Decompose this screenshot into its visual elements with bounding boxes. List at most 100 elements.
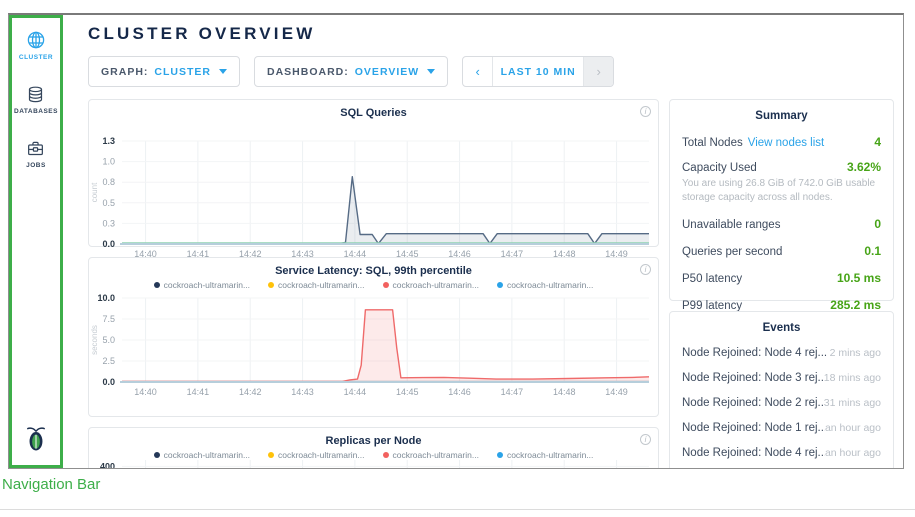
summary-value: 3.62% — [847, 160, 881, 174]
svg-text:14:44: 14:44 — [344, 387, 367, 397]
legend-item: cockroach-ultramarin... — [268, 280, 364, 290]
sidebar-item-label: CLUSTER — [19, 54, 53, 61]
time-prev-button[interactable]: ‹ — [463, 57, 493, 86]
event-time: an hour ago — [825, 447, 881, 459]
legend-dot-icon — [268, 282, 274, 288]
svg-text:7.5: 7.5 — [102, 314, 115, 324]
event-row: Node Rejoined: Node 4 rej... an hour ago — [682, 447, 881, 459]
sidebar-item-cluster[interactable]: CLUSTER — [19, 30, 53, 61]
time-range-label[interactable]: LAST 10 MIN — [493, 57, 583, 86]
svg-text:2.5: 2.5 — [102, 356, 115, 366]
svg-text:seconds: seconds — [90, 325, 99, 355]
legend-dot-icon — [497, 282, 503, 288]
svg-text:14:48: 14:48 — [553, 387, 576, 397]
event-time: an hour ago — [825, 422, 881, 434]
legend-item: cockroach-ultramarin... — [154, 450, 250, 460]
summary-row-qps: Queries per second 0.1 — [682, 244, 881, 258]
legend-dot-icon — [383, 282, 389, 288]
info-icon[interactable] — [640, 264, 651, 275]
databases-icon — [26, 85, 45, 104]
svg-text:14:40: 14:40 — [134, 387, 157, 397]
svg-text:1.3: 1.3 — [102, 136, 115, 146]
graph-dropdown[interactable]: GRAPH: CLUSTER — [88, 56, 240, 87]
view-nodes-list-link[interactable]: View nodes list — [748, 137, 825, 149]
legend-dot-icon — [383, 452, 389, 458]
event-time: 31 mins ago — [824, 397, 881, 409]
svg-text:0.0: 0.0 — [102, 377, 115, 387]
event-message: Node Rejoined: Node 3 rej... — [682, 372, 824, 384]
toolbar: GRAPH: CLUSTER DASHBOARD: OVERVIEW ‹ LAS… — [88, 56, 903, 87]
summary-value: 0.1 — [864, 244, 881, 258]
cluster-globe-icon — [26, 30, 46, 50]
time-window-selector: ‹ LAST 10 MIN › — [462, 56, 614, 87]
cockroach-logo[interactable] — [24, 424, 48, 457]
svg-text:14:47: 14:47 — [501, 387, 524, 397]
info-icon[interactable] — [640, 434, 651, 445]
sql-queries-chart[interactable]: 14:4014:4114:4214:4314:4414:4514:4614:47… — [89, 119, 658, 259]
svg-text:14:42: 14:42 — [239, 387, 262, 397]
event-row: Node Rejoined: Node 2 rej... 31 mins ago — [682, 397, 881, 409]
svg-text:5.0: 5.0 — [102, 335, 115, 345]
sidebar-item-jobs[interactable]: JOBS — [26, 139, 46, 169]
event-message: Node Rejoined: Node 2 rej... — [682, 397, 824, 409]
chart-legend: cockroach-ultramarin... cockroach-ultram… — [89, 280, 658, 290]
summary-value: 10.5 ms — [837, 271, 881, 285]
caret-down-icon — [219, 69, 227, 74]
legend-dot-icon — [268, 452, 274, 458]
service-latency-chart-card: Service Latency: SQL, 99th percentile co… — [88, 257, 659, 417]
capacity-description: You are using 26.8 GiB of 742.0 GiB usab… — [682, 177, 881, 204]
summary-value: 285.2 ms — [830, 298, 881, 312]
content-row: SQL Queries 14:40 14:41 14:42 14:43 14:44 14:… — [88, 99, 903, 469]
replicas-per-node-chart-card: Replicas per Node cockroach-ultramarin..… — [88, 427, 659, 469]
chart-legend: cockroach-ultramarin... cockroach-ultram… — [89, 450, 658, 460]
legend-item: cockroach-ultramarin... — [497, 280, 593, 290]
dashboard-dropdown-label: DASHBOARD: — [267, 66, 349, 78]
summary-row-p99: P99 latency 285.2 ms — [682, 298, 881, 312]
charts-column: SQL Queries 14:40 14:41 14:42 14:43 14:44 14:… — [88, 99, 659, 469]
event-message: Node Rejoined: Node 4 rej... — [682, 347, 827, 359]
service-latency-chart[interactable]: 14:40 14:41 14:42 14:43 14:44 14:45 14:46 14:47… — [89, 290, 658, 425]
sidebar-item-label: DATABASES — [14, 108, 58, 115]
svg-text:0.0: 0.0 — [102, 239, 115, 249]
time-next-button[interactable]: › — [583, 57, 613, 86]
event-row: Node Rejoined: Node 3 rej... 18 mins ago — [682, 372, 881, 384]
replicas-per-node-chart[interactable]: 14:4014:4114:4214:4314:4414:4514:4614:47… — [89, 460, 658, 469]
event-time: 2 mins ago — [830, 347, 881, 359]
sidebar-item-label: JOBS — [26, 162, 46, 169]
summary-panel: Summary Total Nodes View nodes list 4 Ca… — [669, 99, 894, 301]
svg-text:10.0: 10.0 — [97, 293, 115, 303]
summary-row-unavailable-ranges: Unavailable ranges 0 — [682, 217, 881, 231]
svg-text:14:41: 14:41 — [187, 387, 210, 397]
legend-item: cockroach-ultramarin... — [383, 280, 479, 290]
annotation-navigation-bar-label: Navigation Bar — [2, 476, 100, 493]
summary-value: 4 — [874, 135, 881, 149]
event-time: 18 mins ago — [824, 372, 881, 384]
app-window: CLUSTER DATABASES — [8, 13, 904, 469]
svg-text:1.0: 1.0 — [102, 157, 115, 167]
legend-item: cockroach-ultramarin... — [383, 450, 479, 460]
bottom-divider — [0, 509, 915, 510]
jobs-icon — [26, 139, 45, 158]
svg-text:14:46: 14:46 — [448, 387, 471, 397]
summary-row-p50: P50 latency 10.5 ms — [682, 271, 881, 285]
svg-text:0.8: 0.8 — [102, 177, 115, 187]
chart-title: SQL Queries — [89, 100, 658, 119]
events-panel: Events Node Rejoined: Node 4 rej... 2 mi… — [669, 311, 894, 469]
event-message: Node Rejoined: Node 1 rej... — [682, 422, 825, 434]
legend-dot-icon — [154, 282, 160, 288]
dashboard-dropdown-value: OVERVIEW — [355, 66, 419, 78]
summary-title: Summary — [682, 100, 881, 122]
page-title: CLUSTER OVERVIEW — [88, 24, 903, 44]
svg-text:0.3: 0.3 — [102, 218, 115, 228]
svg-text:14:43: 14:43 — [291, 387, 314, 397]
navigation-bar: CLUSTER DATABASES — [9, 15, 63, 468]
dashboard-dropdown[interactable]: DASHBOARD: OVERVIEW — [254, 56, 448, 87]
info-icon[interactable] — [640, 106, 651, 117]
svg-text:14:45: 14:45 — [396, 387, 419, 397]
legend-dot-icon — [497, 452, 503, 458]
legend-item: cockroach-ultramarin... — [268, 450, 364, 460]
svg-text:0.5: 0.5 — [102, 198, 115, 208]
svg-text:count: count — [90, 182, 99, 202]
chart-title: Service Latency: SQL, 99th percentile — [89, 258, 658, 277]
sidebar-item-databases[interactable]: DATABASES — [14, 85, 58, 115]
